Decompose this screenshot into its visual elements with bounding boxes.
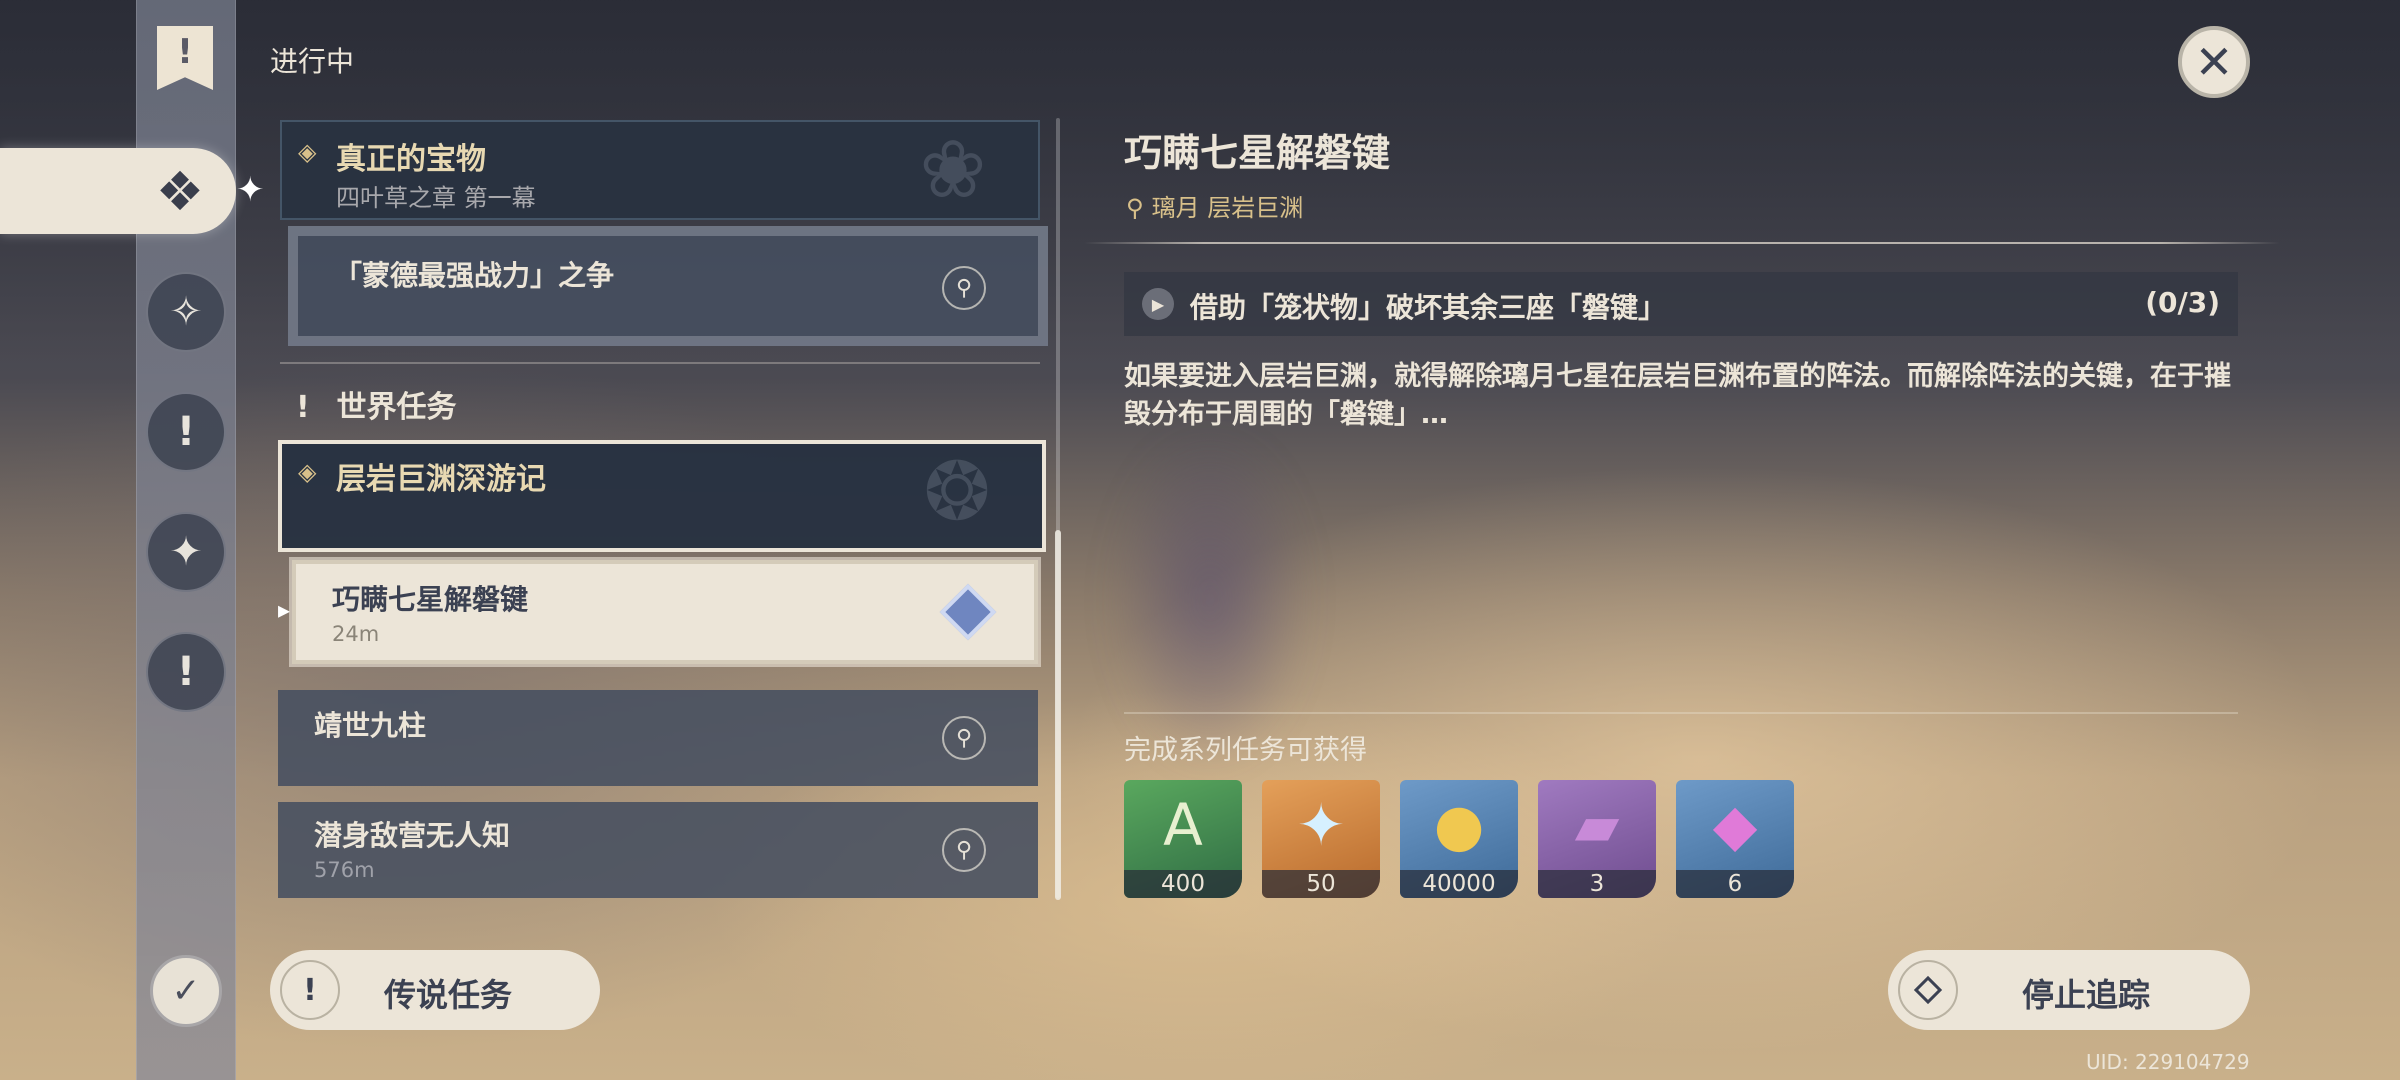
reward-quantity: 3 (1538, 870, 1656, 898)
reward-quantity: 40000 (1400, 870, 1518, 898)
reward-item-mora[interactable]: ● 40000 (1400, 780, 1518, 898)
list-divider (280, 362, 1040, 364)
quest-list: ◈ 真正的宝物 四叶草之章 第一幕 ❀ 「蒙德最强战力」之争 ⚲ ! 世界任务 … (278, 118, 1048, 900)
quest-book-icon: ✓ (171, 971, 201, 1011)
quest-location: ⚲ 璃月 层岩巨渊 (1126, 188, 1303, 223)
quest-diamond-icon: ◈ (298, 458, 317, 486)
scrollbar-thumb[interactable] (1055, 530, 1061, 900)
category-world-quests[interactable]: ! (146, 392, 226, 472)
quest-location-label: 璃月 层岩巨渊 (1151, 194, 1304, 222)
location-pin-icon: ⚲ (942, 716, 986, 760)
quest-list-item[interactable]: 「蒙德最强战力」之争 ⚲ (288, 226, 1048, 346)
quest-item-title: 「蒙德最强战力」之争 (334, 259, 615, 292)
world-quest-heading-label: 世界任务 (336, 390, 457, 425)
quest-emblem-icon: ❀ (919, 123, 987, 216)
player-uid: UID: 229104729 (2086, 1050, 2250, 1074)
quest-detail-title: 巧瞒七星解磐键 (1124, 131, 1391, 175)
objective-count: (0/3) (2145, 286, 2220, 319)
quest-group-title: 真正的宝物 (336, 142, 486, 177)
play-arrow-icon: ▶ (1142, 288, 1174, 320)
quest-group-subtitle: 四叶草之章 第一幕 (336, 184, 536, 212)
reward-list: A 400 ✦ 50 ● 40000 ▰ 3 ◆ 6 (1124, 780, 1794, 900)
close-icon: ✕ (2194, 35, 2234, 89)
legend-quests-label: 传说任务 (384, 976, 513, 1014)
reward-item-mystic-ore[interactable]: ◆ 6 (1676, 780, 1794, 898)
reward-quantity: 400 (1124, 870, 1242, 898)
quest-book-button[interactable]: ✓ (150, 955, 222, 1027)
quest-list-item[interactable]: 靖世九柱 ⚲ (278, 690, 1038, 786)
primogem-icon: ✦ (1296, 791, 1346, 859)
legend-quest-icon: ! (280, 960, 340, 1020)
quest-list-item-selected[interactable]: 巧瞒七星解磐键 24m (289, 557, 1041, 667)
quest-diamond-icon: ◈ (298, 138, 317, 166)
event-quest-icon: ✦ (169, 529, 203, 575)
detail-divider (1084, 242, 2280, 244)
reward-quantity: 50 (1262, 870, 1380, 898)
quest-item-title: 靖世九柱 (314, 709, 427, 742)
exclamation-icon: ! (296, 390, 310, 425)
quest-item-distance: 24m (332, 622, 380, 646)
quest-objective[interactable]: ▶ 借助「笼状物」破坏其余三座「磐键」 (0/3) (1124, 272, 2238, 336)
reward-label: 完成系列任务可获得 (1124, 735, 1367, 766)
tracking-marker-icon (939, 583, 997, 641)
category-commissions[interactable]: ! (146, 632, 226, 712)
close-button[interactable]: ✕ (2178, 26, 2250, 98)
quest-group-header[interactable]: ◈ 真正的宝物 四叶草之章 第一幕 ❀ (280, 120, 1040, 220)
world-quest-icon: ! (176, 409, 196, 455)
reward-quantity: 6 (1676, 870, 1794, 898)
legend-quests-button[interactable]: ! 传说任务 (270, 950, 600, 1030)
story-quest-icon: ✧ (169, 289, 203, 335)
world-quest-heading: ! 世界任务 (296, 382, 456, 426)
category-archon-quests[interactable]: ❖ (0, 148, 236, 234)
category-story-quests[interactable]: ✧ (146, 272, 226, 352)
selected-sparkle-icon: ✦ (236, 170, 265, 210)
reward-item-primogem[interactable]: ✦ 50 (1262, 780, 1380, 898)
reward-divider (1124, 712, 2238, 714)
archon-quest-icon: ❖ (155, 159, 205, 223)
objective-text: 借助「笼状物」破坏其余三座「磐键」 (1190, 291, 1667, 324)
quest-description: 如果要进入层岩巨渊，就得解除璃月七星在层岩巨渊布置的阵法。而解除阵法的关键，在于… (1124, 361, 2231, 430)
commission-icon: ! (176, 649, 196, 695)
quest-group-header-selected[interactable]: ◈ 层岩巨渊深游记 ❂ (278, 440, 1046, 552)
quest-item-title: 潜身敌营无人知 (314, 819, 511, 852)
reward-item-adventure-exp[interactable]: A 400 (1124, 780, 1242, 898)
section-label: 进行中 (270, 45, 355, 78)
quest-emblem-icon: ❂ (923, 445, 991, 538)
reward-item-heros-wit[interactable]: ▰ 3 (1538, 780, 1656, 898)
mora-icon: ● (1433, 791, 1485, 859)
quest-item-distance: 576m (314, 858, 375, 882)
quest-item-title: 巧瞒七星解磐键 (332, 583, 529, 616)
quest-group-title: 层岩巨渊深游记 (336, 462, 546, 497)
mystic-ore-icon: ◆ (1712, 791, 1758, 859)
background-character (1110, 430, 1310, 770)
location-pin-icon: ⚲ (942, 266, 986, 310)
quest-list-item[interactable]: 潜身敌营无人知 576m ⚲ (278, 802, 1038, 898)
location-pin-icon: ⚲ (942, 828, 986, 872)
adventure-exp-icon: A (1163, 791, 1203, 859)
location-pin-icon: ⚲ (1126, 194, 1144, 222)
category-event-quests[interactable]: ✦ (146, 512, 226, 592)
stop-tracking-button[interactable]: 停止追踪 (1888, 950, 2250, 1030)
track-diamond-icon (1898, 960, 1958, 1020)
selection-arrow-icon: ▸ (278, 596, 291, 624)
heros-wit-icon: ▰ (1574, 791, 1620, 859)
stop-tracking-label: 停止追踪 (2022, 976, 2151, 1014)
